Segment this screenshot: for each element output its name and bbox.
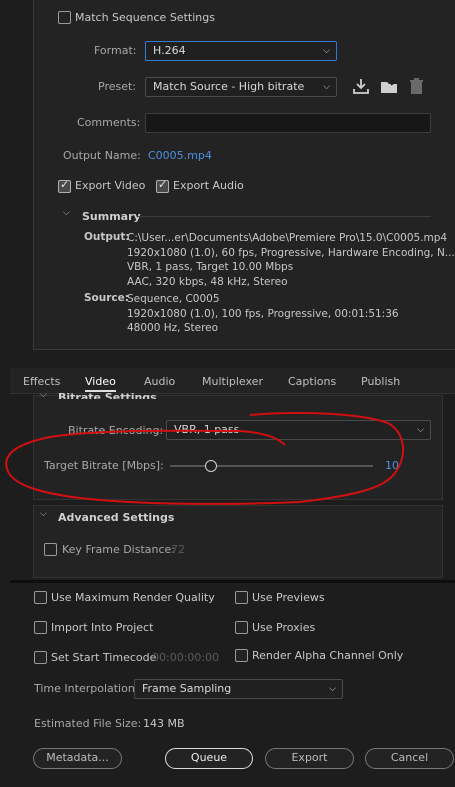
output-name-link[interactable]: C0005.mp4 [148, 149, 212, 162]
delete-preset-icon[interactable] [409, 78, 424, 95]
key-frame-value: 72 [171, 543, 185, 556]
metadata-button[interactable]: Metadata... [33, 748, 122, 769]
tab-captions[interactable]: Captions [288, 375, 336, 388]
summary-output-line: 1920x1080 (1.0), 60 fps, Progressive, Ha… [127, 246, 455, 259]
preset-dropdown[interactable]: Match Source - High bitrate ⌵ [145, 77, 337, 97]
summary-output-line: C:\User...er\Documents\Adobe\Premiere Pr… [127, 232, 448, 244]
summary-source-line: 48000 Hz, Stereo [127, 322, 219, 334]
preset-label: Preset: [98, 80, 137, 93]
section-divider [10, 580, 455, 583]
chevron-down-icon: ⌵ [323, 82, 330, 92]
output-name-label: Output Name: [63, 149, 141, 162]
estimated-file-size-value: 143 MB [143, 717, 185, 730]
format-label: Format: [94, 44, 137, 57]
format-dropdown[interactable]: H.264 ⌵ [145, 41, 337, 61]
chevron-down-icon: ⌵ [329, 684, 336, 694]
summary-source-lines: Sequence, C0005 1920x1080 (1.0), 100 fps… [127, 292, 399, 336]
import-into-project-label: Import Into Project [51, 621, 154, 634]
start-timecode-checkbox[interactable] [34, 651, 47, 664]
time-interpolation-label: Time Interpolation: [34, 682, 139, 695]
tab-multiplexer[interactable]: Multiplexer [202, 375, 263, 388]
render-alpha-checkbox[interactable] [235, 649, 248, 662]
tab-video[interactable]: Video [85, 375, 116, 392]
save-preset-icon[interactable] [352, 78, 370, 95]
start-timecode-value: 00:00:00:00 [152, 651, 220, 664]
comments-label: Comments: [77, 116, 141, 129]
bitrate-section-title: Bitrate Settings [58, 391, 157, 399]
use-proxies-label: Use Proxies [252, 621, 316, 634]
max-render-quality-checkbox[interactable] [34, 591, 47, 604]
summary-title: Summary [82, 210, 141, 223]
format-value: H.264 [153, 44, 186, 57]
tab-audio[interactable]: Audio [144, 375, 175, 388]
time-interpolation-dropdown[interactable]: Frame Sampling ⌵ [134, 679, 343, 699]
export-audio-checkbox[interactable] [156, 180, 169, 193]
use-previews-checkbox[interactable] [235, 591, 248, 604]
use-proxies-checkbox[interactable] [235, 621, 248, 634]
key-frame-label: Key Frame Distance: [62, 543, 176, 556]
summary-output-lines: C:\User...er\Documents\Adobe\Premiere Pr… [127, 231, 455, 289]
time-interpolation-value: Frame Sampling [142, 682, 232, 695]
summary-output-label: Output: [84, 231, 130, 243]
chevron-down-icon: ⌵ [323, 46, 330, 56]
export-audio-label: Export Audio [173, 179, 244, 192]
import-into-project-checkbox[interactable] [34, 621, 47, 634]
render-alpha-label: Render Alpha Channel Only [252, 649, 404, 662]
key-frame-checkbox[interactable] [44, 543, 57, 556]
tab-publish[interactable]: Publish [361, 375, 400, 388]
advanced-chevron-icon[interactable]: ⌵ [40, 509, 47, 519]
summary-output-line: AAC, 320 kbps, 48 kHz, Stereo [127, 275, 288, 288]
summary-source-line: 1920x1080 (1.0), 100 fps, Progressive, 0… [127, 307, 399, 320]
red-annotation-circle [5, 412, 405, 505]
cancel-button[interactable]: Cancel [365, 748, 454, 769]
export-video-label: Export Video [75, 179, 146, 192]
export-video-checkbox[interactable] [58, 180, 71, 193]
advanced-settings-title: Advanced Settings [58, 511, 175, 524]
queue-button[interactable]: Queue [165, 748, 253, 769]
summary-source-line: Sequence, C0005 [127, 293, 220, 305]
match-sequence-label: Match Sequence Settings [75, 11, 215, 24]
chevron-down-icon: ⌵ [417, 425, 424, 435]
summary-divider [137, 216, 431, 217]
import-preset-icon[interactable] [380, 78, 399, 95]
estimated-file-size-label: Estimated File Size: [34, 717, 142, 730]
preset-value: Match Source - High bitrate [153, 80, 305, 93]
summary-source-label: Source: [84, 292, 129, 304]
start-timecode-label: Set Start Timecode [51, 651, 157, 664]
max-render-quality-label: Use Maximum Render Quality [51, 591, 215, 604]
use-previews-label: Use Previews [252, 591, 325, 604]
comments-input[interactable] [145, 113, 431, 133]
summary-output-line: VBR, 1 pass, Target 10.00 Mbps [127, 261, 294, 273]
match-sequence-checkbox[interactable] [58, 11, 71, 24]
export-button[interactable]: Export [265, 748, 354, 769]
summary-chevron-icon[interactable]: ⌵ [63, 208, 70, 218]
tab-effects[interactable]: Effects [23, 375, 60, 388]
bitrate-chevron-icon[interactable]: ⌵ [40, 390, 47, 400]
